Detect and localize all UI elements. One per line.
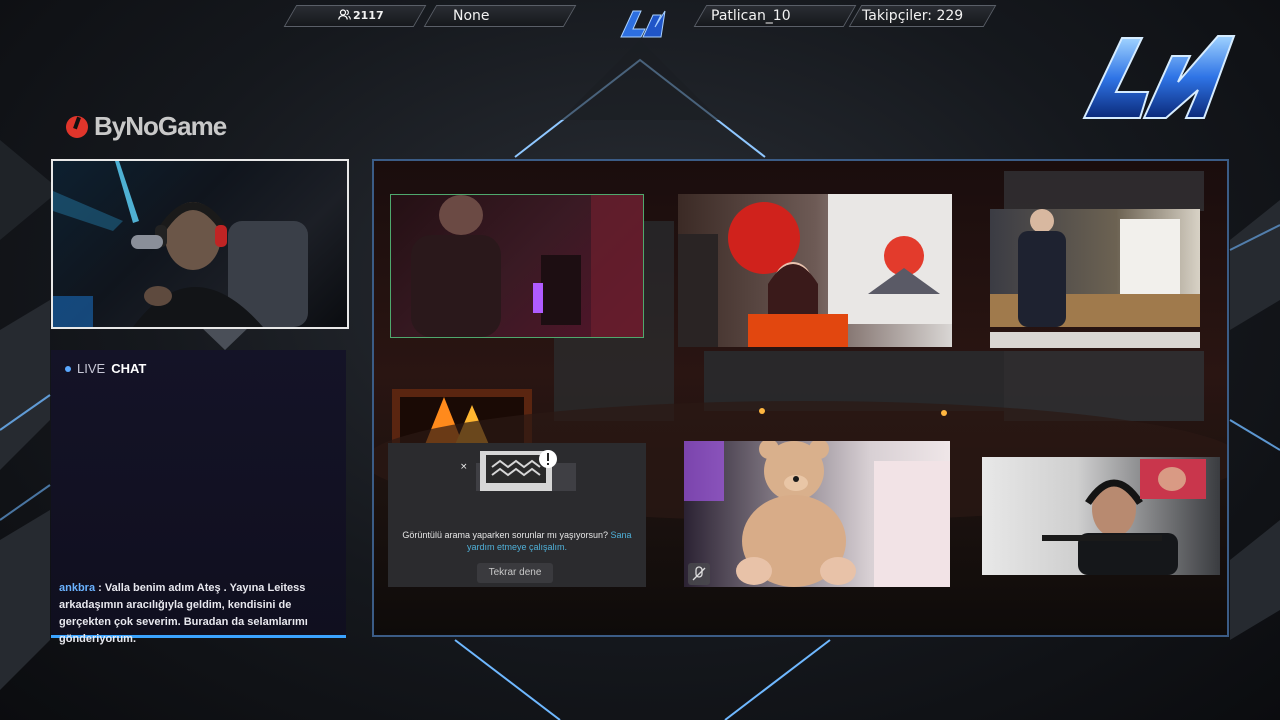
participant-video-4: [684, 441, 950, 587]
follower-count: Takipçiler: 229: [862, 8, 964, 24]
live-label: LIVE: [77, 361, 106, 376]
channel-logo: [1082, 35, 1236, 119]
connection-error-tile: × Görüntülü arama yaparken sorunlar mı y…: [388, 443, 646, 587]
game-name: None: [453, 8, 490, 24]
chat-message-user: ankbra: [59, 582, 96, 594]
error-illustration: ×: [460, 451, 576, 491]
streamer-name: Patlican_10: [711, 8, 791, 24]
streamer-webcam: [51, 159, 349, 329]
alert-icon: [539, 450, 557, 468]
participant-scene: [990, 209, 1200, 327]
participant-scene: [411, 195, 643, 337]
participant-video-2: [678, 194, 952, 347]
mic-off-icon[interactable]: [688, 563, 710, 585]
participant-video-3-strip: [990, 332, 1200, 348]
topbar-segment: [423, 5, 577, 27]
chat-label: CHAT: [111, 361, 147, 376]
participant-scene: [684, 441, 950, 587]
brand-name: ByNoGame: [94, 110, 227, 141]
live-indicator-icon: [65, 365, 71, 372]
participant-video-5: [982, 457, 1220, 575]
svg-text:×: ×: [460, 462, 468, 472]
live-chat-panel: LIVE CHAT ankbra : Valla benim adım Ateş…: [51, 350, 346, 645]
error-question: Görüntülü arama yaparken sorunlar mı yaş…: [402, 530, 609, 540]
sponsor-brand: ByNoGame: [64, 110, 227, 142]
top-info-bar: 2117 None Patlican_10 Takipçiler: 229: [280, 3, 1000, 38]
participant-video-1: [390, 194, 644, 338]
webcam-scene: [53, 161, 308, 327]
retry-button[interactable]: Tekrar dene: [477, 563, 553, 583]
chat-header: LIVE CHAT: [65, 361, 146, 376]
chat-message-text: : Valla benim adım Ateş . Yayına Leitess…: [59, 582, 308, 645]
participant-video-3: [990, 209, 1200, 327]
connection-error-message: Görüntülü arama yaparken sorunlar mı yaş…: [388, 529, 646, 553]
channel-logo-small: [620, 10, 666, 38]
participant-scene: [678, 194, 952, 347]
participant-scene: [1042, 459, 1206, 575]
users-icon: [338, 9, 351, 20]
bynogame-logo-icon: [66, 116, 88, 138]
viewer-count: 2117: [338, 3, 384, 29]
chat-message: ankbra : Valla benim adım Ateş . Yayına …: [59, 580, 341, 648]
viewer-count-value: 2117: [353, 9, 384, 22]
